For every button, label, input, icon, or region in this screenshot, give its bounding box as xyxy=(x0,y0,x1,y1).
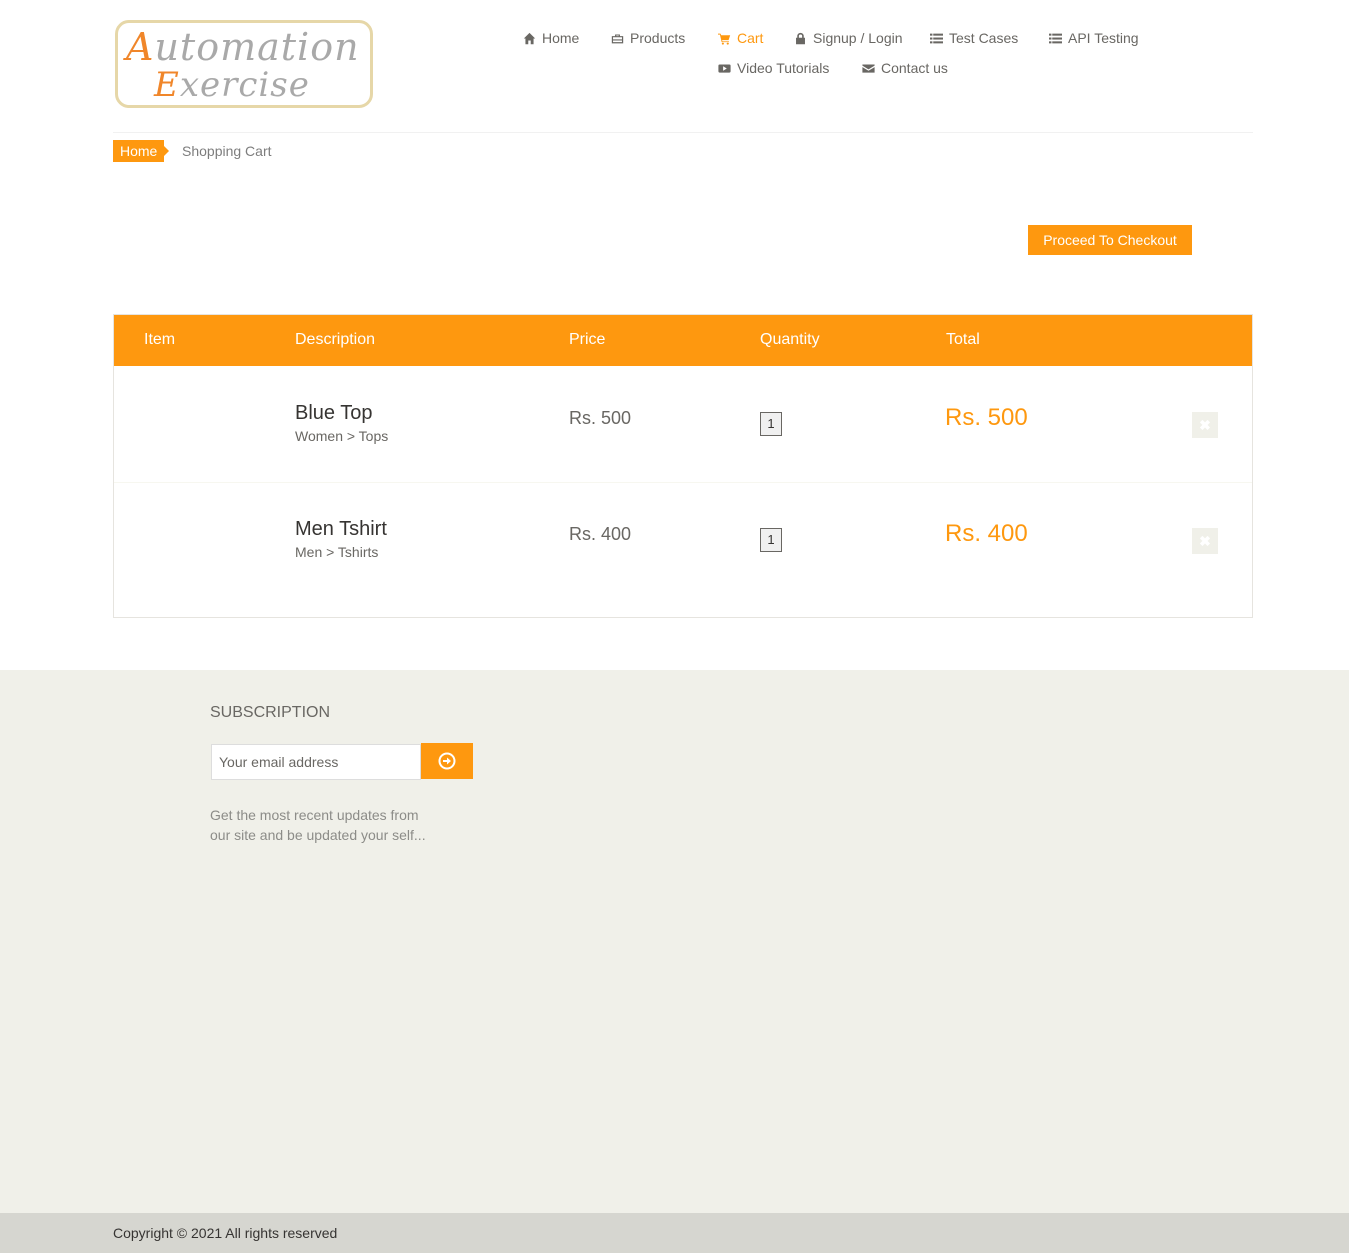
nav-products-label: Products xyxy=(630,30,686,46)
list-icon xyxy=(1049,33,1062,43)
nav-signup-login[interactable]: Signup / Login xyxy=(794,30,903,46)
site-header: Automation Exercise Home Products Cart S… xyxy=(0,0,1349,132)
header-quantity: Quantity xyxy=(760,331,820,348)
nav-home-label: Home xyxy=(542,30,580,46)
lock-icon xyxy=(796,32,805,44)
nav-api-testing[interactable]: API Testing xyxy=(1049,30,1139,46)
product-category: Women > Tops xyxy=(295,428,389,444)
shopping-cart-icon xyxy=(718,33,731,45)
nav-login-label: Signup / Login xyxy=(813,30,903,46)
logo-line-2: Exercise xyxy=(154,65,310,105)
cart-table: Item Description Price Quantity Total Bl… xyxy=(113,314,1253,618)
list-icon xyxy=(930,33,943,43)
product-quantity: 1 xyxy=(760,528,782,552)
product-category: Men > Tshirts xyxy=(295,544,379,560)
close-icon: ✖ xyxy=(1199,417,1211,433)
nav-contact-label: Contact us xyxy=(881,60,948,76)
cart-row: Blue Top Women > Tops Rs. 500 1 Rs. 500 … xyxy=(114,366,1252,483)
site-logo[interactable]: Automation Exercise xyxy=(115,20,373,108)
proceed-to-checkout-button[interactable]: Proceed To Checkout xyxy=(1028,225,1192,255)
envelope-icon xyxy=(862,63,875,73)
footer-edge xyxy=(0,668,1349,670)
header-total: Total xyxy=(946,331,980,348)
product-total: Rs. 500 xyxy=(945,404,1028,431)
cart-table-header: Item Description Price Quantity Total xyxy=(114,315,1252,366)
delete-item-button[interactable]: ✖ xyxy=(1192,412,1218,438)
logo-line-1: Automation xyxy=(126,25,360,69)
nav-api-testing-label: API Testing xyxy=(1068,30,1139,46)
nav-test-cases[interactable]: Test Cases xyxy=(930,30,1018,46)
product-price: Rs. 400 xyxy=(569,524,632,544)
copyright-text: Copyright © 2021 All rights reserved xyxy=(113,1225,338,1241)
product-quantity: 1 xyxy=(760,412,782,436)
breadcrumb-current: Shopping Cart xyxy=(182,143,272,159)
product-price: Rs. 500 xyxy=(569,408,632,428)
cart-row: Men Tshirt Men > Tshirts Rs. 400 1 Rs. 4… xyxy=(114,482,1252,598)
briefcase-icon xyxy=(611,33,624,43)
nav-cart-label: Cart xyxy=(737,30,764,46)
header-description: Description xyxy=(295,331,376,348)
delete-item-button[interactable]: ✖ xyxy=(1192,528,1218,554)
subscription-text: Get the most recent updates from our sit… xyxy=(210,807,426,843)
breadcrumb-home[interactable]: Home xyxy=(113,140,170,162)
nav-test-cases-label: Test Cases xyxy=(949,30,1019,46)
product-name[interactable]: Men Tshirt xyxy=(295,518,387,541)
subscribe-email-input[interactable] xyxy=(211,744,421,780)
home-icon xyxy=(523,32,536,44)
product-total: Rs. 400 xyxy=(945,520,1028,547)
footer-widget: SUBSCRIPTION Get the most recent updates… xyxy=(0,668,1349,1213)
nav-contact-us[interactable]: Contact us xyxy=(862,60,948,76)
footer-bottom: Copyright © 2021 All rights reserved xyxy=(0,1213,1349,1253)
close-icon: ✖ xyxy=(1199,533,1211,549)
nav-video-label: Video Tutorials xyxy=(737,60,830,76)
header-item: Item xyxy=(144,331,176,348)
arrow-circle-right-icon xyxy=(438,752,456,770)
subscription-title: SUBSCRIPTION xyxy=(210,704,331,721)
product-name[interactable]: Blue Top xyxy=(295,402,372,425)
header-price: Price xyxy=(569,331,606,348)
nav-cart[interactable]: Cart xyxy=(718,30,763,46)
nav-home[interactable]: Home xyxy=(523,30,579,46)
youtube-play-icon xyxy=(718,63,731,73)
nav-products[interactable]: Products xyxy=(611,30,685,46)
header-divider xyxy=(113,132,1253,133)
nav-video-tutorials[interactable]: Video Tutorials xyxy=(718,60,829,76)
subscribe-button[interactable] xyxy=(421,743,473,779)
